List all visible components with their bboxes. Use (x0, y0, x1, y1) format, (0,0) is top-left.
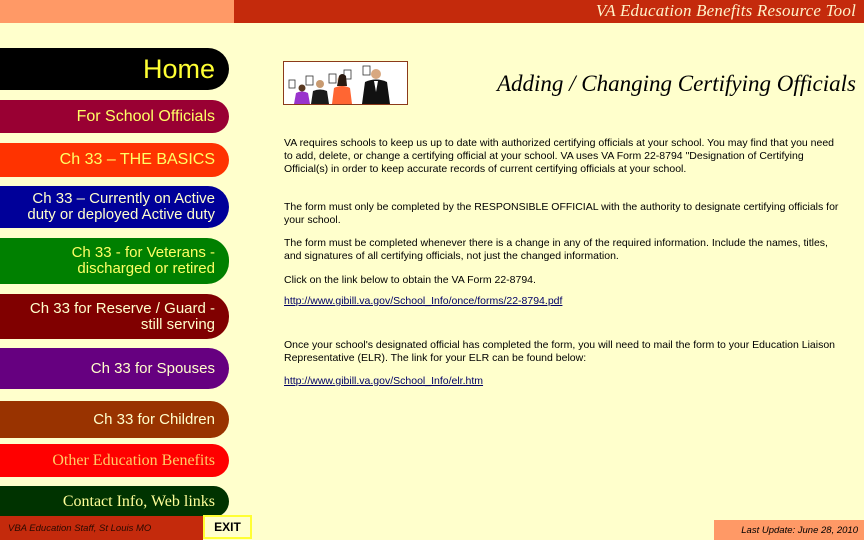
header-accent-bar (0, 0, 234, 23)
paragraph-mail-form: Once your school's designated official h… (284, 339, 836, 364)
exit-button[interactable]: EXIT (203, 515, 252, 539)
nav-other-education-benefits[interactable]: Other Education Benefits (0, 444, 229, 477)
nav-contact-info[interactable]: Contact Info, Web links (0, 486, 229, 517)
nav-home-label: Home (142, 54, 215, 84)
people-holding-voting-cards-image (283, 61, 408, 105)
footer-staff-bar: VBA Education Staff, St Louis MO (0, 516, 203, 540)
last-update-badge: Last Update: June 28, 2010 (714, 520, 864, 540)
nav-ch33-veterans[interactable]: Ch 33 - for Veterans - discharged or ret… (0, 238, 229, 284)
footer-staff-label: VBA Education Staff, St Louis MO (8, 522, 152, 534)
elr-link[interactable]: http://www.gibill.va.gov/School_Info/elr… (284, 375, 483, 387)
nav-school-officials[interactable]: For School Officials (0, 100, 229, 133)
nav-ch33-basics[interactable]: Ch 33 – THE BASICS (0, 143, 229, 177)
header-bar: VA Education Benefits Resource Tool (234, 0, 864, 23)
form-22-8794-link[interactable]: http://www.gibill.va.gov/School_Info/onc… (284, 295, 562, 307)
page-title: Adding / Changing Certifying Officials (496, 71, 856, 96)
nav-ch33-children[interactable]: Ch 33 for Children (0, 401, 229, 438)
paragraph-completion-rules: The form must be completed whenever ther… (284, 237, 828, 262)
nav-ch33-reserve-guard[interactable]: Ch 33 for Reserve / Guard - still servin… (0, 294, 229, 339)
last-update-label: Last Update: June 28, 2010 (741, 524, 858, 536)
app-title: VA Education Benefits Resource Tool (595, 1, 856, 20)
nav-ch33-active-duty[interactable]: Ch 33 – Currently on Active duty or depl… (0, 186, 229, 228)
paragraph-click-link: Click on the link below to obtain the VA… (284, 274, 536, 286)
nav-home[interactable]: Home (0, 48, 229, 90)
nav-ch33-spouses[interactable]: Ch 33 for Spouses (0, 348, 229, 389)
paragraph-responsible-official: The form must only be completed by the R… (284, 201, 839, 226)
paragraph-intro: VA requires schools to keep us up to dat… (284, 137, 835, 175)
